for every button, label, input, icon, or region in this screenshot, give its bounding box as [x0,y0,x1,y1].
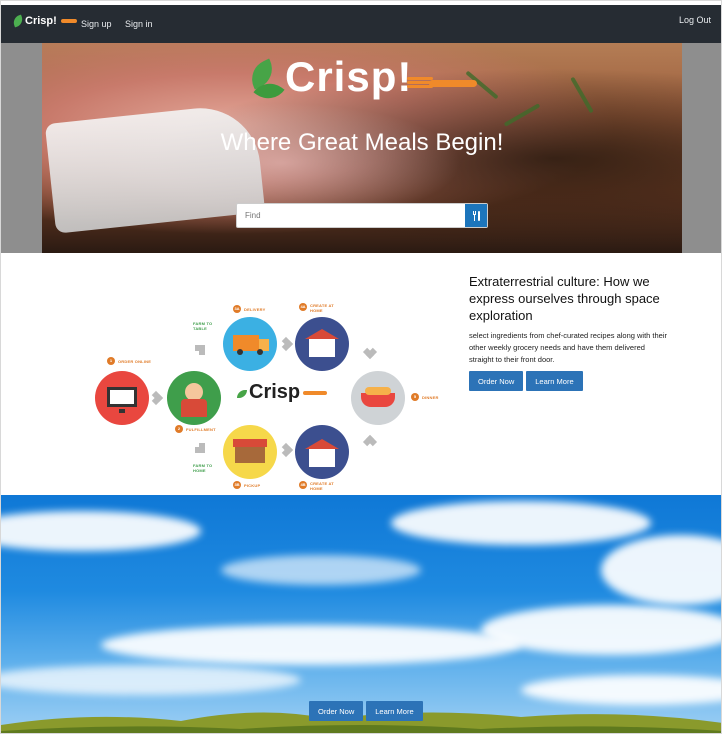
search-button[interactable] [465,204,487,227]
cloud [221,555,421,585]
sky-banner: Order Now Learn More [1,495,721,733]
step-label: DINNER [422,395,439,400]
article-actions: Order Now Learn More [469,371,669,391]
house-icon [309,447,335,467]
arrow-right-icon [148,390,164,406]
farm-to-home-label: FARM TO HOME [193,463,213,473]
hero-logo-text: Crisp! [285,53,413,100]
pickup-step-circle [223,425,277,479]
hero-logo: Crisp! [245,53,487,113]
farmer-step-circle [167,371,221,425]
arrow-down-right-icon [195,443,205,453]
cloud [1,665,301,695]
market-stall-icon [233,439,267,447]
navbar: Crisp! Sign up Sign in Log Out [1,1,721,43]
cloud [601,535,721,605]
arrow-up-icon [362,434,378,450]
log-out-link[interactable]: Log Out [679,15,711,25]
step-number: 2 [175,425,183,433]
arrow-down-icon [362,344,378,360]
dinner-plate-icon [361,393,395,407]
leaf-icon [237,390,247,398]
diagram-logo: Crisp [237,381,328,404]
brand-logo[interactable]: Crisp! [11,14,77,28]
step-label: PICKUP [244,483,261,488]
computer-step-circle [95,371,149,425]
learn-more-button[interactable]: Learn More [366,701,423,721]
herb-sprig [503,103,541,127]
knife-image [44,102,266,234]
fork-icon [303,390,328,395]
step-label: CREATE AT HOME [310,303,334,313]
sign-in-link[interactable]: Sign in [125,19,153,29]
step-label: DELIVERY [244,307,266,312]
brand-name: Crisp! [25,15,57,27]
step-number: 1 [107,357,115,365]
cloud [391,501,651,545]
dinner-step-circle [351,371,405,425]
truck-icon [233,335,259,351]
step-label: CREATE AT HOME [310,481,334,491]
how-it-works-section: 1 ORDER ONLINE 2 FULFILLMENT FARM TO TAB… [1,253,721,495]
arrow-right-icon [278,336,294,352]
delivery-step-circle [223,317,277,371]
fork-icon [407,77,477,89]
learn-more-button[interactable]: Learn More [526,371,583,391]
step-number: 4B [299,481,307,489]
cloud [1,511,201,551]
step-label: ORDER ONLINE [118,359,152,364]
fork-icon [60,19,77,23]
step-number: 3A [233,305,241,313]
computer-icon [107,387,137,407]
home-step-circle [295,425,349,479]
step-number: 5 [411,393,419,401]
cloud [101,625,521,665]
farm-to-table-label: FARM TO TABLE [193,321,213,331]
hero-banner: Crisp! Where Great Meals Begin! [42,43,682,253]
step-number: 3B [233,481,241,489]
search-input[interactable] [237,204,465,227]
page: Crisp! Sign up Sign in Log Out Crisp! Wh… [0,0,722,734]
step-number: 4A [299,303,307,311]
hero-title: Where Great Meals Begin! [220,129,504,156]
order-now-button[interactable]: Order Now [309,701,364,721]
sky-actions: Order Now Learn More [309,701,423,721]
article-body: select ingredients from chef-curated rec… [469,331,668,364]
house-icon [309,337,335,357]
diagram-logo-text: Crisp [249,381,301,403]
arrow-up-right-icon [195,345,205,355]
utensils-icon [472,210,480,221]
step-label: FULFILLMENT [186,427,216,432]
process-diagram: 1 ORDER ONLINE 2 FULFILLMENT FARM TO TAB… [89,273,449,491]
herb-sprig [570,76,594,114]
article-heading: Extraterrestrial culture: How we express… [469,274,660,323]
article-card: Extraterrestrial culture: How we express… [469,273,669,391]
search-bar [236,203,488,228]
sign-up-link[interactable]: Sign up [81,19,112,29]
leaf-icon [11,14,25,28]
home-step-circle [295,317,349,371]
arrow-right-icon [278,442,294,458]
order-now-button[interactable]: Order Now [469,371,524,391]
